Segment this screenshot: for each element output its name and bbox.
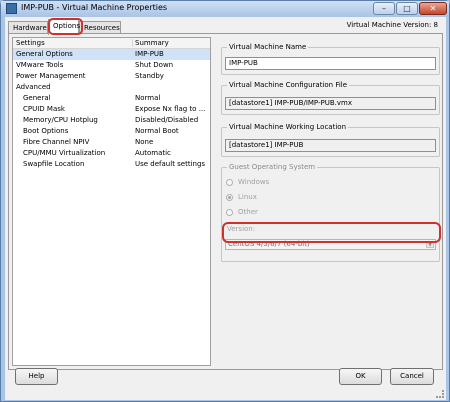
guest-os-group: Guest Operating System Windows Linux Oth… [221,163,440,262]
settings-column-header[interactable]: Settings [16,39,45,47]
options-tab-panel: Settings Summary General Options IMP-PUB V… [8,33,443,370]
setting-summary: IMP-PUB [135,50,164,58]
settings-row[interactable]: General Normal [13,93,210,104]
config-file-group: Virtual Machine Configuration File [data… [221,81,440,115]
settings-row[interactable]: CPU/MMU Virtualization Automatic [13,148,210,159]
options-tab-annotation [48,18,83,35]
settings-row[interactable]: Advanced [13,82,210,93]
help-button[interactable]: Help [15,368,58,385]
settings-row[interactable]: Boot Options Normal Boot [13,126,210,137]
settings-row[interactable]: Fibre Channel NPIV None [13,137,210,148]
vm-version-label: Virtual Machine Version: 8 [346,21,438,29]
setting-name: CPU/MMU Virtualization [23,149,106,157]
linux-radio[interactable] [226,194,233,201]
windows-label: Windows [238,178,270,186]
setting-name: Boot Options [23,127,69,135]
working-location-label: Virtual Machine Working Location [227,123,349,131]
setting-summary: Automatic [135,149,171,157]
settings-list: Settings Summary General Options IMP-PUB V… [12,37,211,366]
settings-row[interactable]: CPUID Mask Expose Nx flag to ... [13,104,210,115]
working-location-field: [datastore1] IMP-PUB [225,139,436,152]
working-location-group: Virtual Machine Working Location [datast… [221,123,440,157]
vm-name-group: Virtual Machine Name IMP-PUB [221,43,440,75]
config-file-label: Virtual Machine Configuration File [227,81,350,89]
vm-icon [6,3,17,14]
setting-summary: Disabled/Disabled [135,116,199,124]
title-bar[interactable]: IMP-PUB - Virtual Machine Properties – □… [1,1,449,17]
maximize-button[interactable]: □ [396,2,418,15]
setting-summary: Use default settings [135,160,206,168]
settings-row[interactable]: Power Management Standby [13,71,210,82]
guest-os-label: Guest Operating System [227,163,318,171]
setting-name: General Options [16,50,73,58]
vm-name-input[interactable]: IMP-PUB [225,57,436,70]
setting-summary: Expose Nx flag to ... [135,105,206,113]
setting-summary: Shut Down [135,61,174,69]
close-button[interactable]: ✕ [419,2,447,15]
window-title: IMP-PUB - Virtual Machine Properties [21,3,168,12]
setting-name: Swapfile Location [23,160,85,168]
setting-name: Memory/CPU Hotplug [23,116,98,124]
resize-grip[interactable] [436,390,444,398]
linux-label: Linux [238,193,257,201]
setting-summary: None [135,138,154,146]
setting-name: General [23,94,51,102]
minimize-button[interactable]: – [373,2,395,15]
vm-name-label: Virtual Machine Name [227,43,309,51]
cancel-button[interactable]: Cancel [390,368,434,385]
settings-row[interactable]: Swapfile Location Use default settings [13,159,210,170]
settings-row[interactable]: General Options IMP-PUB [13,49,210,60]
ok-button[interactable]: OK [339,368,382,385]
settings-rows: General Options IMP-PUB VMware Tools Shut D… [13,49,210,170]
setting-name: Advanced [16,83,51,91]
setting-summary: Normal [135,94,161,102]
setting-name: CPUID Mask [23,105,65,113]
windows-radio[interactable] [226,179,233,186]
version-select-annotation [222,222,441,243]
other-radio[interactable] [226,209,233,216]
setting-summary: Normal Boot [135,127,179,135]
setting-summary: Standby [135,72,164,80]
other-label: Other [238,208,258,216]
setting-name: Fibre Channel NPIV [23,138,90,146]
dialog-client-area: Hardware Options Resources Virtual Machi… [5,17,446,400]
settings-list-header: Settings Summary [13,38,210,49]
setting-name: Power Management [16,72,86,80]
config-file-field: [datastore1] IMP-PUB/IMP-PUB.vmx [225,97,436,110]
settings-row[interactable]: Memory/CPU Hotplug Disabled/Disabled [13,115,210,126]
summary-column-header[interactable]: Summary [132,39,169,47]
setting-name: VMware Tools [16,61,64,69]
settings-row[interactable]: VMware Tools Shut Down [13,60,210,71]
vm-properties-window: IMP-PUB - Virtual Machine Properties – □… [0,0,450,402]
